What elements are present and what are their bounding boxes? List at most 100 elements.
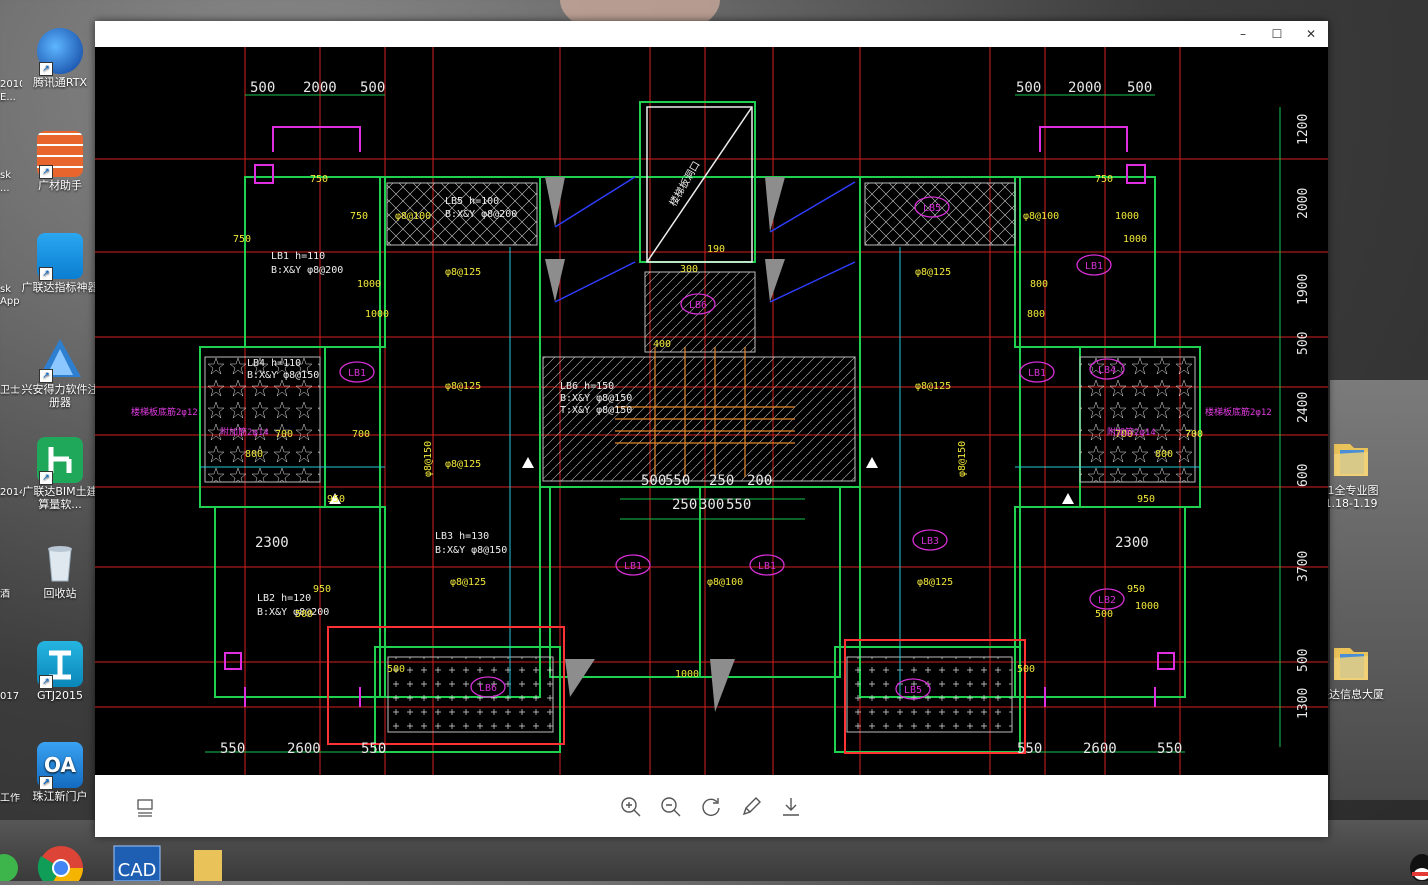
slab-tag-label: LB3 — [921, 536, 939, 547]
dim-text: 500 — [1296, 649, 1311, 672]
slab-note: LB2 h=120 — [257, 593, 311, 604]
annotation: 楼梯板底筋2φ12 — [131, 406, 198, 418]
cloud-icon: ↗ — [37, 233, 83, 281]
partial-desktop-label[interactable]: 2014 — [0, 487, 22, 499]
rebar-note: φ8@125 — [915, 381, 951, 392]
dim-text: 250 — [709, 473, 734, 489]
slab-tag-label: LB6 — [479, 683, 497, 694]
dim-text: 2000 — [303, 80, 337, 96]
desktop-icon-label: 广联达指标神器 — [21, 281, 99, 294]
partial-desktop-label[interactable]: ... — [0, 183, 22, 195]
small-dim-text: 950 — [1137, 494, 1155, 505]
close-button[interactable]: ✕ — [1294, 21, 1328, 47]
dim-text: 2000 — [1068, 80, 1102, 96]
partial-desktop-label[interactable]: 卫士 — [0, 385, 22, 397]
small-dim-text: 750 — [233, 234, 251, 245]
small-dim-text: 300 — [680, 264, 698, 275]
minimize-button[interactable]: – — [1226, 21, 1260, 47]
image-canvas[interactable]: 500 2000 500 500 2000 500 550 2600 550 5… — [95, 47, 1328, 775]
svg-text:CAD: CAD — [118, 860, 157, 881]
rebar-note: φ8@125 — [445, 459, 481, 470]
dim-text: 2000 — [1296, 188, 1311, 219]
small-dim-text: 1000 — [675, 669, 699, 680]
desktop-icon-recycle-bin[interactable]: 回收站 — [20, 539, 100, 600]
slab-note: LB4 h=110 — [247, 358, 301, 369]
partial-desktop-label[interactable]: 酒 — [0, 589, 22, 601]
partial-desktop-label[interactable]: sk — [0, 284, 22, 296]
rebar-note: φ8@125 — [917, 577, 953, 588]
download-icon[interactable] — [777, 793, 805, 821]
dim-text: 500 — [360, 80, 385, 96]
dim-text: 2600 — [1083, 741, 1117, 757]
slab-note: LB3 h=130 — [435, 531, 489, 542]
dim-text: 600 — [1296, 464, 1311, 487]
desktop-icon-guangcai[interactable]: ↗ 广材助手 — [20, 131, 100, 192]
dim-text: 550 — [1017, 741, 1042, 757]
small-dim-text: 950 — [327, 494, 345, 505]
desktop-icon-gtj2015[interactable]: ↗ GTJ2015 — [20, 641, 100, 702]
slab-tag-label: LB1 — [624, 561, 642, 572]
filmstrip-icon[interactable] — [131, 793, 159, 821]
rebar-note: φ8@150 — [957, 441, 968, 477]
desktop-icon-label: 兴安得力软件注册器 — [21, 383, 99, 409]
maximize-button[interactable]: ☐ — [1260, 21, 1294, 47]
partial-desktop-label[interactable]: E... — [0, 92, 22, 104]
partial-desktop-label[interactable]: sk — [0, 170, 22, 182]
qq-icon[interactable] — [1404, 842, 1428, 882]
desktop-icon-label: 珠江新门户 — [32, 790, 88, 803]
slab-note: B:X&Y φ8@200 — [445, 209, 517, 220]
folder-icon[interactable] — [190, 842, 240, 881]
slab-note: B:X&Y φ8@200 — [271, 265, 343, 276]
rotate-icon[interactable] — [697, 793, 725, 821]
slab-tag-label: LB4 — [1098, 365, 1116, 376]
oa-icon: OA ↗ — [37, 742, 83, 790]
annotation: 楼梯板底筋2φ12 — [1205, 406, 1272, 418]
dim-text: 1200 — [1296, 114, 1311, 145]
dim-text: 2300 — [255, 535, 289, 551]
partial-desktop-label[interactable]: 工作 — [0, 793, 22, 805]
title-bar[interactable]: – ☐ ✕ — [95, 21, 1328, 47]
small-dim-text: 700 — [275, 429, 293, 440]
dim-text: 550 — [361, 741, 386, 757]
desktop-icon-rtx[interactable]: ↗ 腾讯通RTX — [20, 28, 100, 89]
dim-text: 550 — [665, 473, 690, 489]
slab-note: LB5 h=100 — [445, 196, 499, 207]
rebar-note: φ8@100 — [395, 211, 431, 222]
small-dim-text: 190 — [707, 244, 725, 255]
slab-tag-label: LB2 — [1098, 595, 1116, 606]
small-dim-text: 1000 — [357, 279, 381, 290]
partial-desktop-label[interactable]: 2010 — [0, 79, 22, 91]
small-dim-text: 1000 — [1115, 211, 1139, 222]
dim-text: 2600 — [287, 741, 321, 757]
small-dim-text: 1000 — [1135, 601, 1159, 612]
viewer-toolbar — [95, 775, 1328, 837]
glodon-icon: ↗ — [37, 437, 83, 485]
brick-icon: ↗ — [37, 131, 83, 179]
slab-tag-label: LB6 — [689, 300, 707, 311]
small-dim-text: 800 — [245, 449, 263, 460]
chrome-icon[interactable] — [37, 842, 87, 885]
zoom-out-icon[interactable] — [657, 793, 685, 821]
dim-text: 500 — [1296, 332, 1311, 355]
edit-icon[interactable] — [737, 793, 765, 821]
cad-icon[interactable]: CAD — [112, 842, 162, 882]
rtx-icon: ↗ — [37, 28, 83, 76]
small-dim-text: 800 — [1030, 279, 1048, 290]
small-dim-text: 700 — [1185, 429, 1203, 440]
desktop-icon-glodon-bim[interactable]: ↗ 广联达BIM土建算量软... — [20, 437, 100, 511]
desktop-icon-xingan[interactable]: ↗ 兴安得力软件注册器 — [20, 335, 100, 409]
small-dim-text: 1000 — [1123, 234, 1147, 245]
slab-tag-label: LB1 — [1028, 368, 1046, 379]
desktop-icon-label: GTJ2015 — [36, 689, 84, 702]
desktop-icon-oa[interactable]: OA ↗ 珠江新门户 — [20, 742, 100, 803]
zoom-in-icon[interactable] — [617, 793, 645, 821]
partial-desktop-label[interactable]: 017 — [0, 691, 22, 703]
desktop-icon-label: 回收站 — [43, 587, 77, 600]
folder-icon — [1328, 436, 1374, 482]
slab-note: B:X&Y φ8@150 — [435, 545, 507, 556]
rebar-note: φ8@125 — [915, 267, 951, 278]
desktop-icon-label: 腾讯通RTX — [32, 76, 88, 89]
partial-desktop-label[interactable]: App — [0, 296, 22, 308]
desktop-icon-zhibiao[interactable]: ↗ 广联达指标神器 — [20, 233, 100, 294]
rebar-note: φ8@100 — [707, 577, 743, 588]
